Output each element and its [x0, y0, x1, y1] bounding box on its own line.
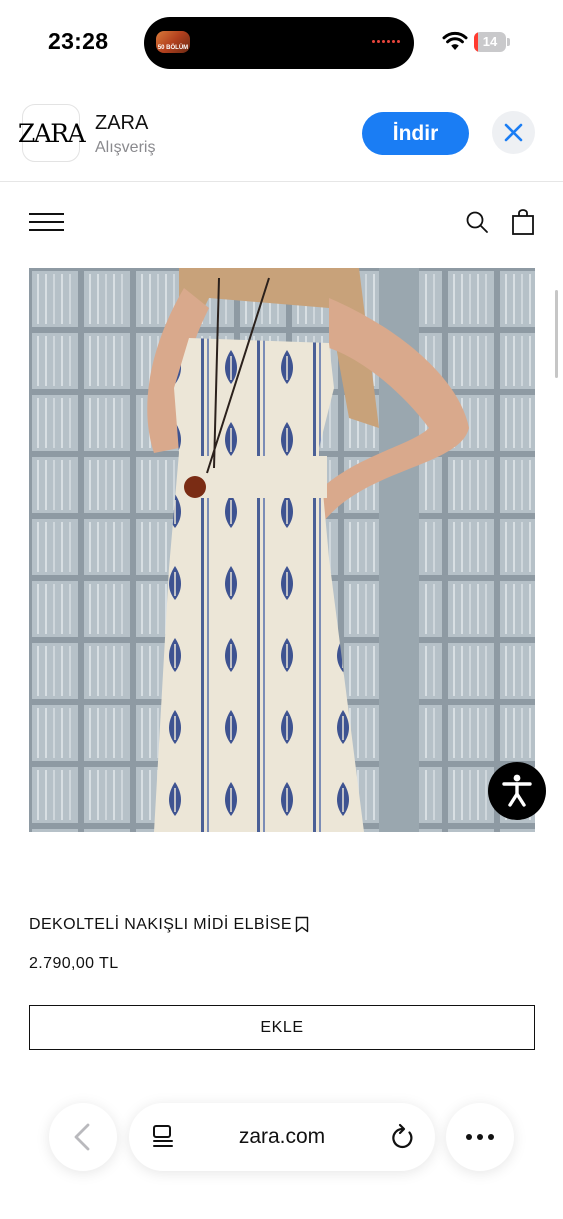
page-scrollbar[interactable]: [555, 290, 558, 378]
status-bar: 23:28 50 BÖLÜM 14: [0, 0, 563, 86]
hamburger-menu-icon[interactable]: [29, 213, 64, 231]
product-price: 2.790,00 TL: [29, 955, 119, 972]
more-icon: [466, 1134, 494, 1140]
close-icon: [504, 123, 523, 142]
dynamic-island[interactable]: 50 BÖLÜM: [144, 17, 414, 69]
add-to-cart-button[interactable]: EKLE: [29, 1005, 535, 1050]
accessibility-icon: [502, 774, 532, 807]
app-category: Alışveriş: [95, 139, 156, 156]
wifi-icon: [442, 31, 468, 50]
address-bar[interactable]: zara.com: [129, 1103, 435, 1171]
shopping-bag-icon[interactable]: [511, 209, 535, 235]
live-activity-artwork: 50 BÖLÜM: [156, 31, 190, 53]
install-app-button[interactable]: İndir: [362, 112, 469, 155]
back-button[interactable]: [49, 1103, 117, 1171]
product-image[interactable]: [29, 268, 535, 832]
live-activity-indicator: [372, 40, 400, 43]
close-banner-button[interactable]: [492, 111, 535, 154]
battery-level: 14: [482, 34, 498, 49]
accessibility-button[interactable]: [488, 762, 546, 820]
chevron-left-icon: [74, 1123, 90, 1151]
smart-app-banner: ZARA ZARA Alışveriş İndir: [0, 86, 563, 182]
zara-app-icon[interactable]: ZARA: [18, 104, 86, 162]
search-icon[interactable]: [465, 210, 489, 234]
product-title: DEKOLTELİ NAKIŞLI MİDİ ELBİSE: [29, 916, 292, 933]
status-time: 23:28: [48, 28, 109, 54]
app-name: ZARA: [95, 112, 149, 134]
reload-icon[interactable]: [389, 1123, 415, 1151]
more-options-button[interactable]: [446, 1103, 514, 1171]
live-activity-text: 50 BÖLÜM: [157, 45, 189, 51]
battery-icon: 14: [474, 32, 510, 52]
bookmark-icon[interactable]: [295, 916, 309, 933]
